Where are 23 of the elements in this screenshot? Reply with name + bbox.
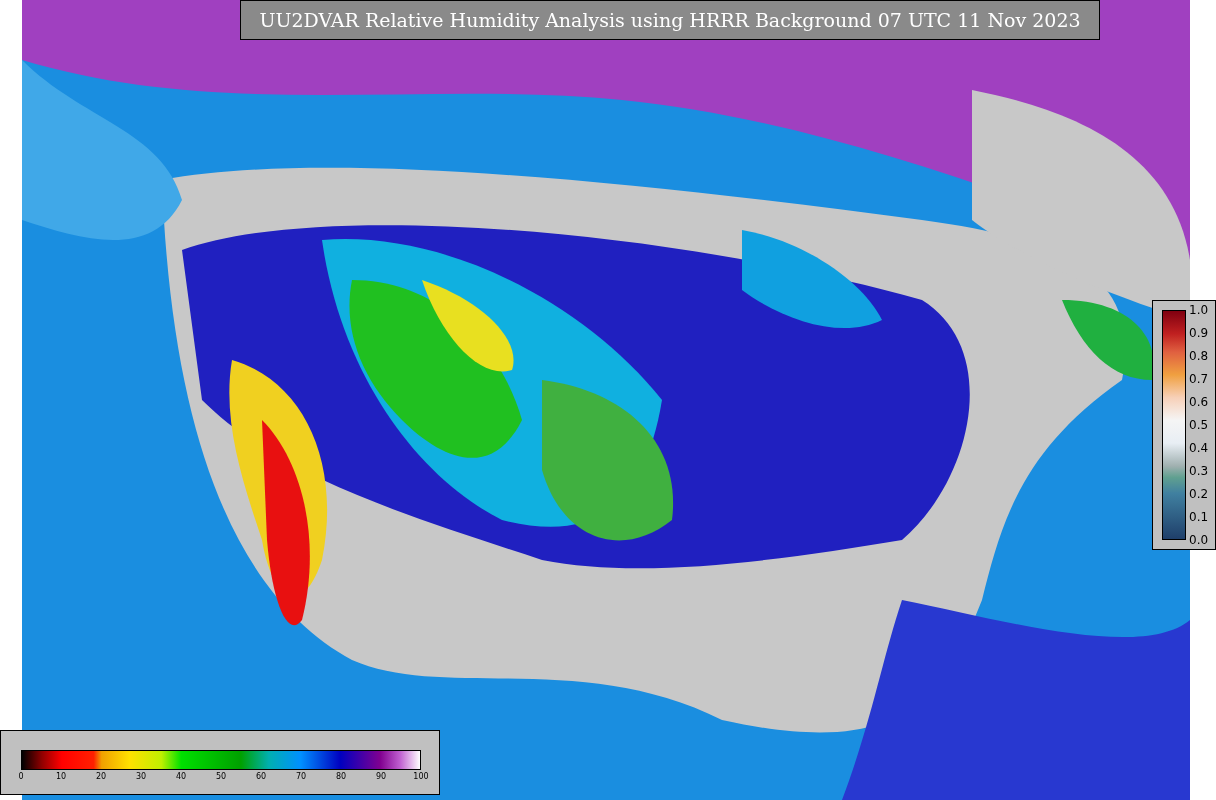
ratio-tick-label: 0.4 — [1189, 442, 1209, 454]
ratio-tick-label: 0.6 — [1189, 396, 1209, 408]
ratio-tick-label: 0.3 — [1189, 465, 1209, 477]
ratio-tick-label: 0.1 — [1189, 511, 1209, 523]
ratio-tick-label: 0.2 — [1189, 488, 1209, 500]
ratio-tick-label: 0.7 — [1189, 373, 1209, 385]
humidity-tick-label: 30 — [135, 773, 147, 781]
ratio-tick-label: 0.8 — [1189, 350, 1209, 362]
humidity-tick-label: 20 — [95, 773, 107, 781]
ratio-tick-label: 0.5 — [1189, 419, 1209, 431]
ratio-tick-label: 0.9 — [1189, 327, 1209, 339]
ratio-tick-label: 0.0 — [1189, 534, 1209, 546]
humidity-tick-label: 60 — [255, 773, 267, 781]
humidity-tick-label: 80 — [335, 773, 347, 781]
humidity-tick-label: 40 — [175, 773, 187, 781]
map-title: UU2DVAR Relative Humidity Analysis using HRRR Background 07 UTC 11 Nov 2023 — [240, 0, 1100, 40]
humidity-tick-label: 10 — [55, 773, 67, 781]
humidity-tick-label: 90 — [375, 773, 387, 781]
humidity-tick-label: 0 — [18, 773, 24, 781]
ratio-tick-label: 1.0 — [1189, 304, 1209, 316]
humidity-tick-label: 70 — [295, 773, 307, 781]
humidity-tick-label: 50 — [215, 773, 227, 781]
humidity-tick-label: 100 — [413, 773, 429, 781]
